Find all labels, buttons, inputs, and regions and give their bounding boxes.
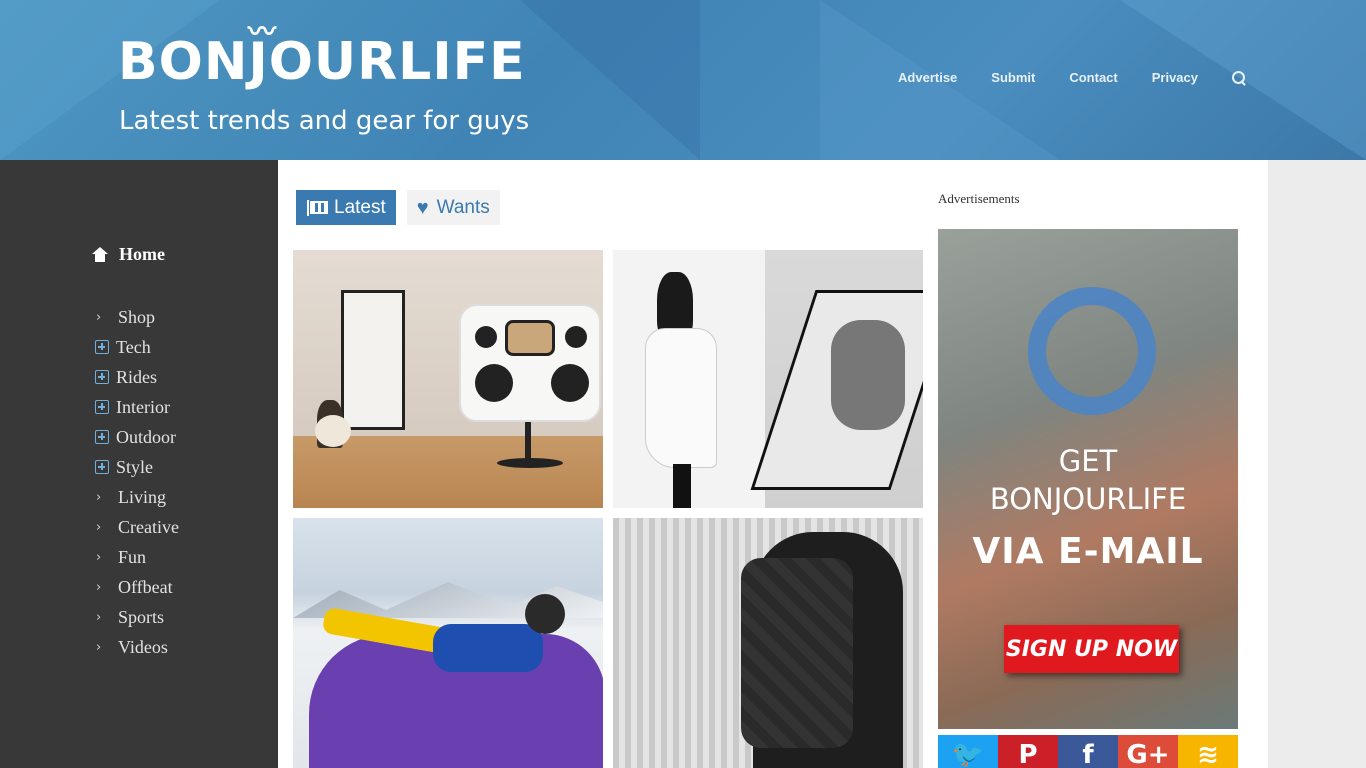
nav-advertise[interactable]: Advertise: [898, 70, 957, 85]
header-pattern: [520, 0, 700, 160]
bonjourlife-logo-icon: [1028, 287, 1156, 415]
nav-privacy[interactable]: Privacy: [1152, 70, 1198, 85]
person-jacket: [433, 624, 543, 672]
model-legs: [673, 464, 691, 508]
sidebar-item-label: Creative: [118, 516, 179, 537]
sidebar-item-offbeat[interactable]: › Offbeat: [95, 572, 179, 602]
speaker-base: [497, 458, 563, 468]
sidebar-item-label: Outdoor: [116, 426, 176, 447]
sidebar-item-rides[interactable]: Rides: [95, 362, 179, 392]
main-content: Latest ♥ Wants Advertisements GET BONJOU…: [278, 160, 1268, 768]
speaker-stand: [525, 422, 531, 462]
chevron-right-icon: ›: [96, 519, 102, 535]
chevron-right-icon: ›: [96, 609, 102, 625]
sidebar-item-fun[interactable]: › Fun: [95, 542, 179, 572]
sidebar-item-sports[interactable]: › Sports: [95, 602, 179, 632]
frame-image: [341, 290, 405, 430]
tab-latest[interactable]: Latest: [296, 190, 396, 225]
pinterest-icon[interactable]: P: [998, 735, 1058, 768]
social-links: 🐦 Pf G+ ≋: [938, 735, 1238, 768]
sidebar: Home › Shop Tech Rides Interior Outdoor Style ›…: [0, 160, 278, 768]
speaker-window: [505, 320, 555, 356]
sidebar-item-home[interactable]: Home: [92, 244, 165, 265]
post-card-fashion[interactable]: [613, 250, 923, 508]
tab-wants[interactable]: ♥ Wants: [406, 190, 500, 225]
nav-contact[interactable]: Contact: [1069, 70, 1117, 85]
ad-line: GET: [1058, 444, 1118, 478]
chevron-right-icon: ›: [96, 639, 102, 655]
category-list: › Shop Tech Rides Interior Outdoor Style › Livin…: [95, 302, 179, 662]
sidebar-item-style[interactable]: Style: [95, 452, 179, 482]
home-icon: [92, 246, 108, 262]
chevron-right-icon: ›: [96, 579, 102, 595]
person-head: [525, 594, 565, 634]
search-icon[interactable]: [1232, 70, 1246, 85]
speaker-woofer: [551, 364, 589, 402]
sidebar-item-label: Fun: [118, 546, 147, 567]
sidebar-item-label: Offbeat: [118, 576, 173, 597]
sidebar-item-label: Rides: [116, 366, 158, 387]
plus-square-icon: [95, 460, 109, 474]
plus-square-icon: [95, 400, 109, 414]
sidebar-item-interior[interactable]: Interior: [95, 392, 179, 422]
newsletter-ad[interactable]: GET BONJOURLIFE VIA E-MAIL SIGN UP NOW: [938, 229, 1238, 729]
sidebar-item-label: Interior: [116, 396, 170, 417]
sign-up-button[interactable]: SIGN UP NOW: [1004, 625, 1179, 673]
sidebar-item-label: Home: [119, 244, 165, 264]
feed-tabs: Latest ♥ Wants: [296, 190, 511, 225]
logo-text: BONJOURLIFE: [118, 32, 526, 92]
sidebar-item-label: Style: [116, 456, 154, 477]
sidebar-item-label: Tech: [116, 336, 151, 357]
sidebar-item-shop[interactable]: › Shop: [95, 302, 179, 332]
post-card-lounger[interactable]: [293, 518, 603, 768]
person-lying: [831, 320, 905, 430]
speaker-woofer: [475, 364, 513, 402]
post-card-backpack[interactable]: [613, 518, 923, 768]
ads-label: Advertisements: [938, 191, 1020, 206]
nav-submit[interactable]: Submit: [991, 70, 1035, 85]
sidebar-item-living[interactable]: › Living: [95, 482, 179, 512]
sidebar-item-outdoor[interactable]: Outdoor: [95, 422, 179, 452]
ad-headline: VIA E-MAIL: [972, 531, 1204, 572]
speaker-tweeter: [475, 326, 497, 348]
plus-square-icon: [95, 340, 109, 354]
sidebar-item-label: Sports: [118, 606, 165, 627]
twitter-icon[interactable]: 🐦: [938, 735, 998, 768]
speaker-tweeter: [565, 326, 587, 348]
mustache-icon: 〰: [248, 15, 278, 48]
post-card-speaker[interactable]: [293, 250, 603, 508]
tab-label: Wants: [436, 196, 490, 218]
heart-icon: ♥: [416, 196, 429, 219]
sidebar-item-label: Living: [118, 486, 166, 507]
vase-image: [315, 415, 351, 447]
backpack-image: [741, 558, 853, 748]
rss-icon[interactable]: ≋: [1178, 735, 1238, 768]
site-logo[interactable]: 〰 BONJOURLIFE: [118, 18, 526, 94]
ad-line: BONJOURLIFE: [989, 482, 1187, 516]
plus-square-icon: [95, 370, 109, 384]
site-tagline: Latest trends and gear for guys: [119, 106, 530, 136]
tab-label: Latest: [334, 196, 386, 218]
sidebar-item-tech[interactable]: Tech: [95, 332, 179, 362]
sidebar-item-videos[interactable]: › Videos: [95, 632, 179, 662]
facebook-icon[interactable]: f: [1058, 735, 1118, 768]
flag-icon: [306, 199, 328, 216]
site-header: 〰 BONJOURLIFE Latest trends and gear for…: [0, 0, 1366, 160]
google-plus-icon[interactable]: G+: [1118, 735, 1178, 768]
sidebar-item-label: Shop: [118, 306, 156, 327]
plus-square-icon: [95, 430, 109, 444]
chevron-right-icon: ›: [96, 549, 102, 565]
chevron-right-icon: ›: [96, 489, 102, 505]
top-nav: Advertise Submit Contact Privacy: [864, 70, 1246, 85]
sidebar-item-creative[interactable]: › Creative: [95, 512, 179, 542]
model-coat: [645, 328, 717, 468]
sidebar-item-label: Videos: [118, 636, 168, 657]
chevron-right-icon: ›: [96, 309, 102, 325]
